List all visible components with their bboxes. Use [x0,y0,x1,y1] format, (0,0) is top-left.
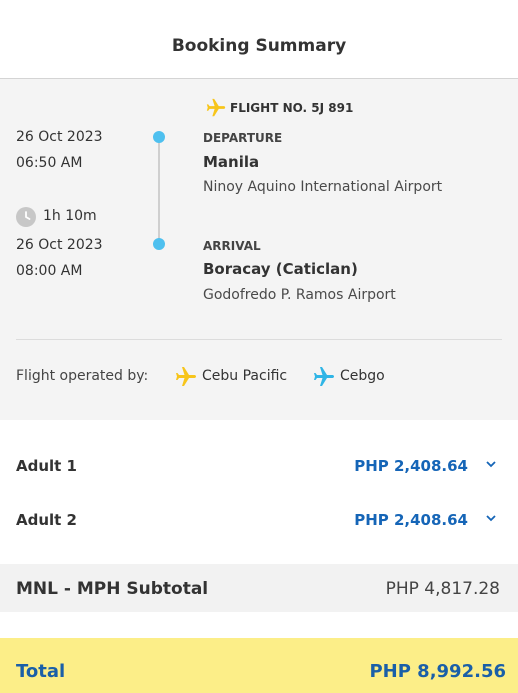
departure-dot [153,131,165,143]
flight-duration: 1h 10m [43,208,97,224]
operated-by-label: Flight operated by: [16,368,149,384]
plane-yellow-icon [176,367,196,386]
clock-icon [16,207,36,227]
arrival-time: 08:00 AM [16,263,83,279]
carrier-name: Cebgo [340,368,385,384]
total-value: PHP 8,992.56 [369,661,506,682]
passenger-price-toggle[interactable]: PHP 2,408.64 [354,511,468,529]
plane-blue-icon [314,367,334,386]
arrival-city: Boracay (Caticlan) [203,260,358,278]
chevron-down-icon[interactable] [485,512,497,526]
flight-number: FLIGHT NO. 5J 891 [230,101,354,115]
timeline-line [158,137,160,245]
departure-time: 06:50 AM [16,155,83,171]
carrier-name: Cebu Pacific [202,368,288,384]
subtotal-label: MNL - MPH Subtotal [16,579,209,599]
arrival-label: ARRIVAL [203,239,261,253]
page-title: Booking Summary [171,36,347,56]
passenger-label: Adult 2 [16,511,77,529]
total-label: Total [16,661,66,682]
passenger-price-toggle[interactable]: PHP 2,408.64 [354,457,468,475]
departure-airport: Ninoy Aquino International Airport [203,179,443,195]
chevron-down-icon[interactable] [485,458,497,472]
departure-label: DEPARTURE [203,131,283,145]
arrival-dot [153,238,165,250]
subtotal-value: PHP 4,817.28 [385,579,500,599]
plane-yellow-icon [206,98,226,117]
arrival-airport: Godofredo P. Ramos Airport [203,287,396,303]
divider [16,339,502,340]
departure-city: Manila [203,153,260,171]
departure-date: 26 Oct 2023 [16,129,103,145]
passenger-label: Adult 1 [16,457,77,475]
arrival-date: 26 Oct 2023 [16,237,103,253]
